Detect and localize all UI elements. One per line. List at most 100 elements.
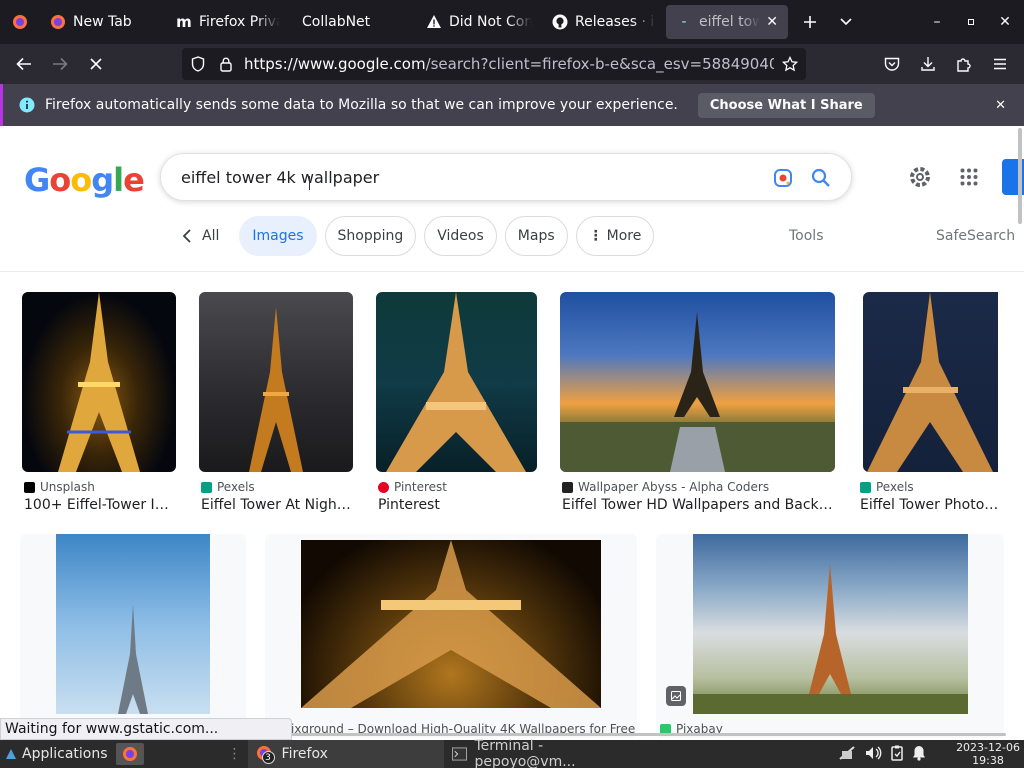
arrow-left-icon	[16, 57, 31, 71]
image-result[interactable]: Pixabay	[656, 534, 1004, 738]
result-thumbnail[interactable]	[56, 534, 210, 714]
chip-videos[interactable]: Videos	[424, 216, 497, 256]
toolbar-right	[874, 44, 1018, 84]
image-result[interactable]: Wallpaper Abyss - Alpha Coders Eiffel To…	[560, 292, 836, 522]
lens-icon[interactable]	[773, 168, 793, 192]
result-thumbnail[interactable]	[863, 292, 998, 472]
chip-images[interactable]: Images	[239, 216, 317, 256]
result-thumbnail[interactable]	[22, 292, 176, 472]
eiffel-tower-image	[58, 292, 140, 472]
volume-icon[interactable]	[864, 745, 882, 761]
notification-bar: Firefox automatically sends some data to…	[0, 84, 1024, 126]
taskbar-terminal[interactable]: Terminal - pepoyo@vm...	[444, 738, 644, 768]
pocket-button[interactable]	[874, 44, 910, 84]
eiffel-tower-image	[386, 292, 526, 472]
result-thumbnail[interactable]	[376, 292, 537, 472]
result-source[interactable]: Pexels	[201, 480, 255, 494]
google-apps-icon[interactable]	[960, 168, 978, 190]
tab-collabnet[interactable]: CollabNet	[290, 0, 416, 44]
choose-what-i-share-button[interactable]: Choose What I Share	[697, 92, 875, 118]
hamburger-icon	[994, 58, 1006, 70]
chip-shopping[interactable]: Shopping	[324, 216, 417, 256]
image-result[interactable]: Pinterest Pinterest	[376, 292, 538, 522]
image-result[interactable]: Pexels Eiffel Tower At Night ...	[199, 292, 355, 522]
horizontal-scrollbar[interactable]	[290, 733, 1006, 736]
loading-icon: -	[681, 14, 687, 30]
result-source[interactable]: Unsplash	[24, 480, 95, 494]
pexels-icon	[860, 481, 871, 493]
shield-icon[interactable]	[182, 56, 214, 72]
close-window-button[interactable]: ✕	[988, 0, 1022, 44]
result-title[interactable]: Pinterest	[378, 497, 538, 513]
url-bar[interactable]: https://www.google.com/search?client=fir…	[182, 48, 806, 80]
download-icon	[921, 57, 935, 71]
back-button[interactable]	[6, 44, 42, 84]
stop-button[interactable]	[78, 44, 114, 84]
maximize-button[interactable]	[954, 0, 988, 44]
result-source[interactable]: Pinterest	[378, 480, 447, 494]
safesearch-button[interactable]: SafeSearch	[936, 228, 1015, 244]
launcher-firefox[interactable]	[115, 743, 144, 765]
result-title[interactable]: 100+ Eiffel-Tower Im...	[24, 497, 178, 513]
source-label: Unsplash	[40, 480, 95, 494]
chip-label: Images	[252, 228, 304, 244]
battery-clipboard-icon[interactable]	[890, 745, 904, 761]
search-input[interactable]: eiffel tower 4k wallpaper	[181, 168, 379, 187]
tab-strip: New Tab m Firefox Privacy Notice CollabN…	[0, 0, 1024, 44]
search-box[interactable]: eiffel tower 4k wallpaper	[160, 153, 852, 201]
warning-icon	[426, 14, 442, 30]
image-result[interactable]: Unsplash 100+ Eiffel-Tower Im...	[22, 292, 178, 522]
image-result[interactable]: Pexels Eiffel Tower Photos,...	[860, 292, 1000, 522]
result-title[interactable]: Eiffel Tower At Night ...	[201, 497, 355, 513]
tab-did-not-connect[interactable]: Did Not Connect	[416, 0, 542, 44]
status-panel: Waiting for www.gstatic.com...	[0, 718, 292, 740]
lock-icon[interactable]	[214, 57, 238, 72]
result-source[interactable]: Pexels	[860, 480, 914, 494]
result-thumbnail[interactable]	[560, 292, 835, 472]
image-result[interactable]	[20, 534, 246, 738]
chevron-left-icon	[182, 229, 191, 243]
vertical-scrollbar[interactable]	[1018, 128, 1022, 224]
list-all-tabs-button[interactable]	[828, 0, 864, 44]
close-notification-icon[interactable]: ✕	[995, 98, 1006, 113]
chip-all[interactable]: All	[170, 216, 231, 256]
tab-releases[interactable]: Releases · ik	[542, 0, 666, 44]
result-thumbnail[interactable]	[199, 292, 353, 472]
result-source[interactable]: Wallpaper Abyss - Alpha Coders	[562, 480, 769, 494]
result-title[interactable]: Eiffel Tower Photos,...	[860, 497, 1000, 513]
chip-maps[interactable]: Maps	[504, 216, 568, 256]
tab-label: New Tab	[73, 14, 132, 30]
url-text[interactable]: https://www.google.com/search?client=fir…	[244, 55, 774, 73]
result-title[interactable]: Eiffel Tower HD Wallpapers and Backgro..…	[562, 497, 836, 513]
network-icon[interactable]	[838, 745, 856, 761]
minimize-button[interactable]: –	[920, 0, 954, 44]
search-icon[interactable]	[811, 168, 831, 192]
result-thumbnail[interactable]	[693, 534, 968, 714]
google-logo[interactable]: Google	[24, 161, 145, 199]
taskbar-firefox-group[interactable]: 3 Firefox	[247, 740, 444, 768]
clock-time: 19:38	[972, 754, 1004, 767]
downloads-button[interactable]	[910, 44, 946, 84]
applications-menu[interactable]: Applications	[0, 740, 114, 768]
app-menu-button[interactable]	[982, 44, 1018, 84]
firefox-icon: 3	[256, 745, 275, 764]
forward-button[interactable]	[42, 44, 78, 84]
chip-more[interactable]: ⋮ More	[575, 216, 655, 256]
tab-new-tab[interactable]: New Tab	[40, 0, 166, 44]
tab-eiffel-tower[interactable]: - eiffel tower ✕	[666, 5, 788, 39]
extensions-button[interactable]	[946, 44, 982, 84]
image-result[interactable]: ixground – Download High-Quality 4K Wall…	[265, 534, 637, 738]
clock[interactable]: 2023-12-06 19:38	[956, 741, 1020, 767]
tab-label: eiffel tower	[699, 14, 761, 30]
tab-firefox-view[interactable]	[0, 0, 40, 44]
new-tab-button[interactable]	[792, 0, 828, 44]
close-tab-icon[interactable]: ✕	[766, 14, 778, 30]
notification-bell-icon[interactable]	[912, 745, 926, 761]
settings-gear-icon[interactable]	[908, 165, 932, 193]
maximize-icon	[968, 19, 974, 25]
tab-firefox-privacy[interactable]: m Firefox Privacy Notice	[166, 0, 290, 44]
bookmark-star-icon[interactable]	[774, 56, 806, 72]
tools-button[interactable]: Tools	[789, 228, 824, 244]
arrow-right-icon	[53, 57, 68, 71]
result-thumbnail[interactable]	[301, 540, 601, 708]
